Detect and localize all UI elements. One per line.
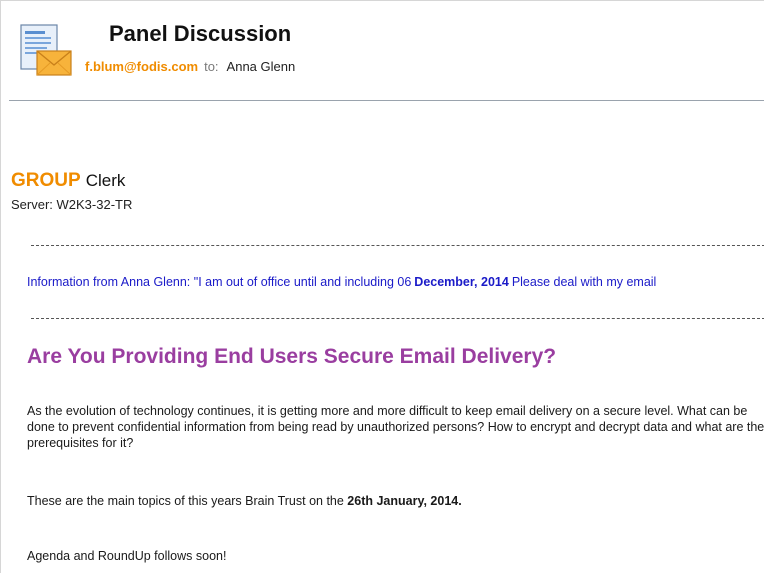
server-line: Server: W2K3-32-TR — [11, 197, 133, 212]
recipient-name[interactable]: Anna Glenn — [227, 59, 296, 74]
dashed-divider-top — [31, 245, 764, 246]
ooo-suffix: Please deal with my email — [511, 275, 657, 289]
email-subject: Panel Discussion — [109, 21, 292, 46]
email-envelope-icon — [20, 24, 72, 76]
dashed-divider-bottom — [31, 318, 764, 319]
email-header: Panel Discussion f.blum@fodis.com to: Anna… — [1, 1, 764, 101]
ooo-date: December, 2014 — [414, 275, 509, 289]
to-label: to: — [204, 59, 219, 74]
event-date: 26th January, 2014. — [347, 494, 462, 508]
ooo-prefix: Information from Anna Glenn: "I am out o… — [27, 275, 412, 289]
body-paragraph-2: These are the main topics of this years … — [27, 493, 764, 509]
email-headline: Are You Providing End Users Secure Email… — [27, 345, 557, 368]
sender-address-link[interactable]: f.blum@fodis.com — [85, 59, 198, 74]
out-of-office-notice: Information from Anna Glenn: "I am out o… — [27, 275, 764, 289]
paragraph-2-text: These are the main topics of this years … — [27, 494, 348, 508]
clerk-text: Clerk — [85, 171, 126, 190]
body-paragraph-1: As the evolution of technology continues… — [27, 404, 764, 450]
email-window: Panel Discussion f.blum@fodis.com to: Anna… — [0, 0, 764, 573]
group-logo-text: GROUP — [11, 170, 81, 191]
body-paragraph-3: Agenda and RoundUp follows soon! — [27, 549, 227, 563]
from-line: f.blum@fodis.com to: Anna Glenn — [85, 59, 295, 74]
signature-group: GROUP Clerk — [11, 170, 125, 192]
header-divider — [9, 100, 764, 101]
